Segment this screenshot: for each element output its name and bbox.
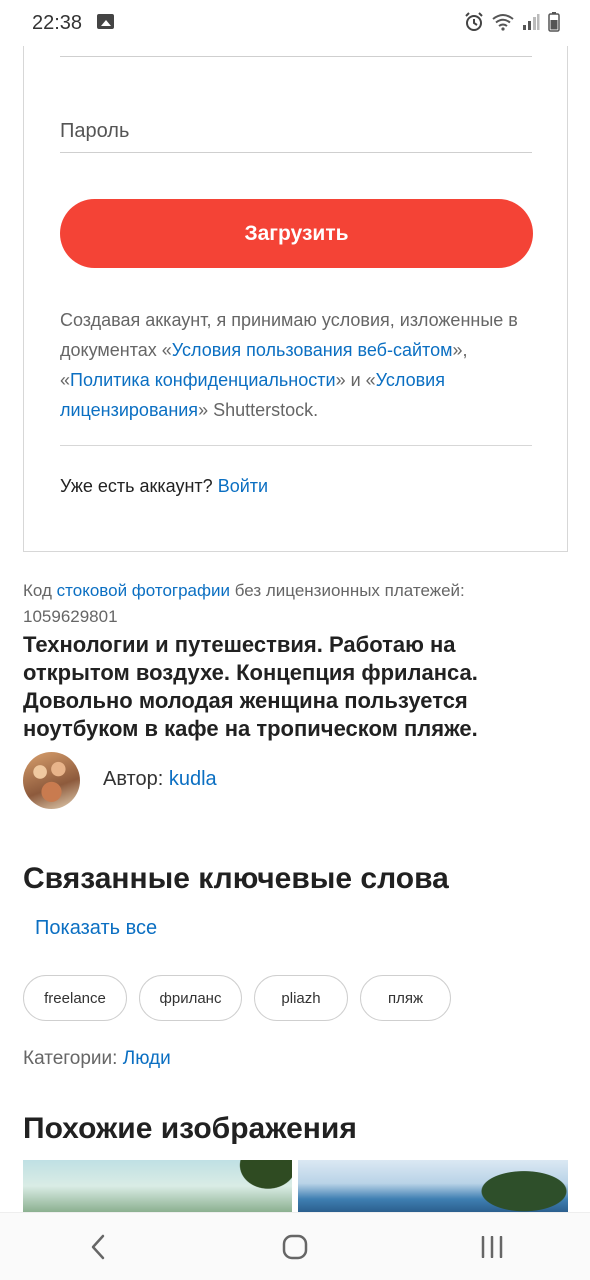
status-time: 22:38	[32, 12, 83, 34]
terms-of-use-link[interactable]: Условия пользования веб-сайтом	[172, 340, 453, 360]
similar-image-thumbnail[interactable]	[298, 1160, 568, 1212]
terms-text-part: » и «	[335, 370, 376, 390]
tag-plyazh[interactable]: пляж	[360, 975, 451, 1021]
privacy-policy-link[interactable]: Политика конфиденциальности	[70, 370, 336, 390]
card-divider	[60, 445, 532, 446]
password-field-underline	[60, 152, 532, 153]
stock-photo-link[interactable]: стоковой фотографии	[57, 581, 230, 600]
back-button[interactable]	[68, 1217, 128, 1277]
battery-icon	[548, 12, 560, 32]
related-keywords-title: Связанные ключевые слова	[23, 862, 449, 895]
signup-card: Пароль Загрузить Создавая аккаунт, я при…	[23, 30, 568, 552]
similar-images-row	[23, 1160, 568, 1212]
similar-image-thumbnail[interactable]	[23, 1160, 292, 1212]
category-link[interactable]: Люди	[123, 1048, 171, 1069]
tag-freelance[interactable]: freelance	[23, 975, 127, 1021]
photo-code-number: 1059629801	[23, 607, 118, 626]
wifi-icon	[492, 14, 514, 31]
gallery-icon	[97, 14, 114, 29]
author-avatar[interactable]	[23, 752, 80, 809]
upload-button[interactable]: Загрузить	[60, 199, 533, 268]
photo-code: Код стоковой фотографии без лицензионных…	[23, 578, 568, 630]
login-link[interactable]: Войти	[218, 476, 268, 496]
photo-code-suffix: без лицензионных платежей:	[234, 581, 465, 600]
author-link[interactable]: kudla	[169, 768, 217, 790]
similar-images-title: Похожие изображения	[23, 1112, 357, 1145]
author-row: Автор: kudla	[103, 768, 217, 791]
email-field-underline	[60, 56, 532, 57]
back-icon	[92, 1234, 105, 1259]
categories-row: Категории: Люди	[23, 1048, 171, 1070]
have-account-text: Уже есть аккаунт?	[60, 476, 213, 496]
photo-code-prefix: Код	[23, 581, 52, 600]
categories-label: Категории:	[23, 1048, 118, 1069]
terms-text-part: » Shutterstock.	[198, 400, 319, 420]
recent-apps-button[interactable]	[462, 1217, 522, 1277]
author-label: Автор:	[103, 768, 164, 790]
status-bar: 22:38	[0, 0, 590, 46]
keyword-tags: freelance фриланс pliazh пляж	[23, 975, 451, 1021]
status-icons	[464, 12, 560, 32]
home-icon	[282, 1234, 308, 1259]
photo-title: Технологии и путешествия. Работаю на отк…	[23, 632, 478, 741]
home-button[interactable]	[265, 1217, 325, 1277]
have-account-row: Уже есть аккаунт? Войти	[60, 476, 268, 497]
terms-text: Создавая аккаунт, я принимаю условия, из…	[60, 305, 532, 425]
show-all-link[interactable]: Показать все	[35, 917, 157, 940]
alarm-icon	[465, 12, 483, 31]
tag-pliazh[interactable]: pliazh	[254, 975, 348, 1021]
system-nav-bar	[0, 1212, 590, 1280]
recent-apps-icon	[481, 1235, 502, 1258]
signal-icon	[523, 14, 540, 30]
tag-frilans[interactable]: фриланс	[139, 975, 242, 1021]
password-field[interactable]: Пароль	[60, 120, 129, 143]
